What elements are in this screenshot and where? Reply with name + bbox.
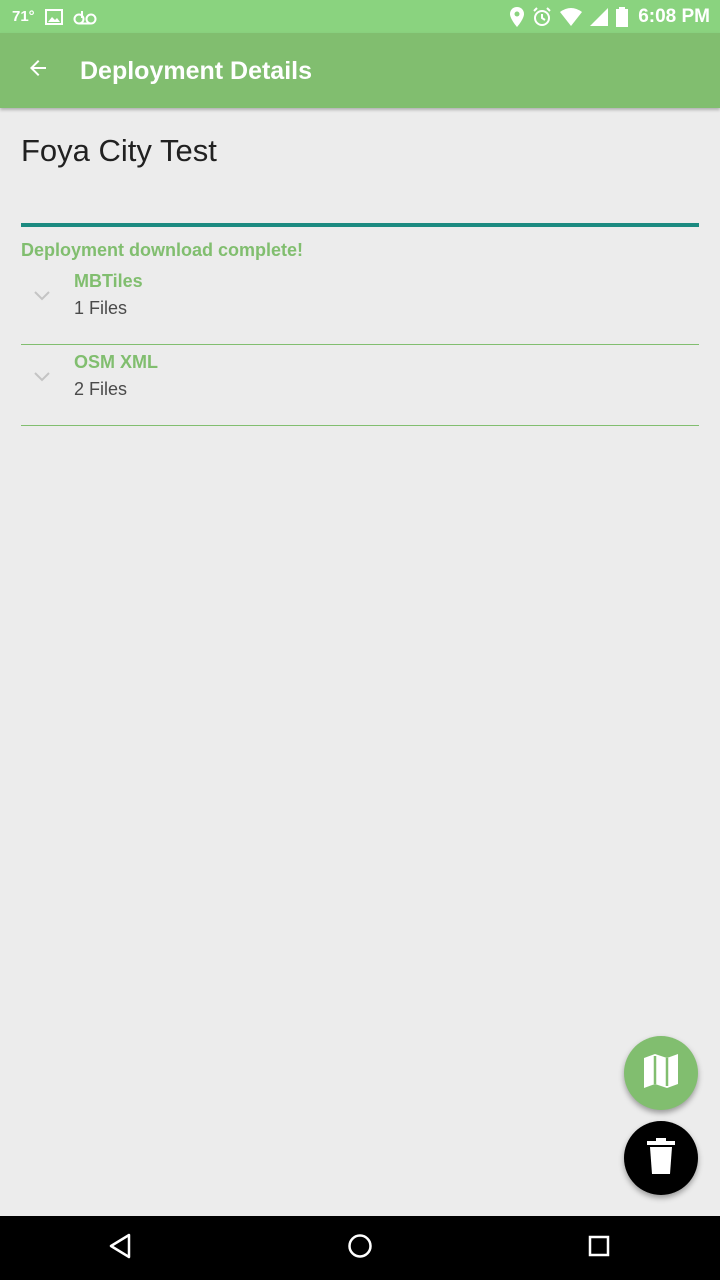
file-group-name: OSM XML	[74, 352, 158, 372]
file-group-count: 2 Files	[74, 379, 128, 399]
alarm-icon	[532, 6, 552, 27]
app-bar: Deployment Details	[0, 33, 720, 108]
map-icon	[642, 1052, 680, 1095]
file-group-count: 1 Files	[74, 298, 128, 318]
chevron-down-icon[interactable]	[33, 289, 51, 301]
status-bar: 71° 6:08 PM	[0, 0, 720, 33]
voicemail-icon	[73, 9, 97, 25]
file-group-mbtiles[interactable]: MBTiles 1 Files	[21, 263, 699, 345]
system-nav-bar	[0, 1216, 720, 1280]
back-triangle-icon	[108, 1233, 132, 1264]
trash-icon	[646, 1137, 676, 1179]
recents-square-icon	[587, 1234, 611, 1263]
image-icon	[44, 8, 63, 25]
wifi-icon	[560, 7, 583, 26]
page-title: Deployment Details	[80, 57, 313, 85]
battery-icon	[616, 6, 629, 27]
signal-icon	[590, 7, 609, 26]
nav-back-button[interactable]	[100, 1228, 140, 1268]
delete-button[interactable]	[624, 1121, 698, 1195]
location-icon	[510, 6, 525, 27]
home-circle-icon	[347, 1233, 373, 1264]
clock-text: 6:08 PM	[638, 5, 710, 27]
temperature-text: 71°	[12, 8, 35, 25]
nav-home-button[interactable]	[340, 1228, 380, 1268]
file-group-name: MBTiles	[74, 271, 143, 291]
deployment-name: Foya City Test	[21, 133, 217, 168]
nav-recents-button[interactable]	[579, 1228, 619, 1268]
download-progress-bar	[21, 223, 699, 227]
arrow-back-icon	[26, 56, 50, 85]
file-group-osm-xml[interactable]: OSM XML 2 Files	[21, 344, 699, 426]
status-message: Deployment download complete!	[21, 240, 304, 260]
chevron-down-icon[interactable]	[33, 370, 51, 382]
back-button[interactable]	[20, 52, 56, 88]
map-button[interactable]	[624, 1036, 698, 1110]
